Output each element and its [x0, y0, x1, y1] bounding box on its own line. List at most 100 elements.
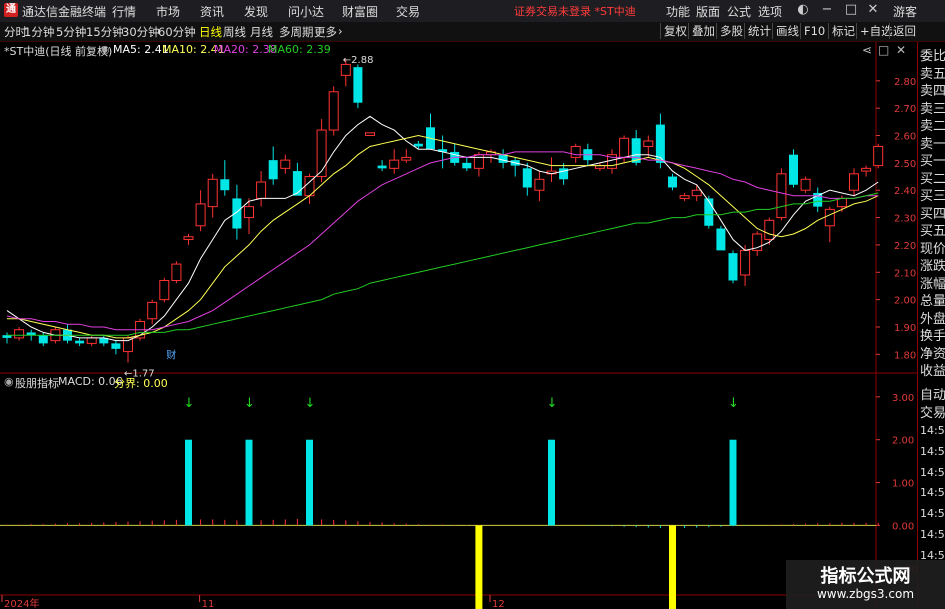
adjust-button[interactable]: 复权	[660, 23, 690, 39]
period-daily[interactable]: 日线	[199, 24, 222, 40]
watermark-title: 指标公式网	[820, 566, 911, 587]
candle-body-down	[232, 198, 242, 229]
side-panel-item: 涨幅	[920, 276, 945, 292]
candle-body-up	[316, 129, 327, 178]
price-tick-label: 2.20	[894, 241, 916, 252]
maximize-icon[interactable]: □	[842, 2, 860, 18]
candle-body-down	[789, 154, 798, 185]
signal-down-arrow-icon: ↓	[547, 396, 558, 411]
price-tick-label: 2.70	[894, 104, 916, 115]
back-button[interactable]: 返回	[889, 23, 919, 39]
price-tick-label: 2.30	[894, 214, 916, 225]
candle-body-up	[123, 337, 133, 353]
side-panel-item: 14:54	[920, 465, 945, 479]
minimize-icon[interactable]: −	[818, 2, 836, 18]
indicator-tick-label: 3.00	[892, 393, 914, 404]
menu-function[interactable]: 功能	[666, 3, 690, 20]
candle-body-up	[147, 301, 158, 320]
side-panel-item: 14:54	[920, 424, 945, 437]
menu-layout[interactable]: 版面	[696, 3, 720, 20]
candle-body-down	[111, 343, 121, 349]
menu-wealth[interactable]: 财富圈	[342, 3, 378, 20]
indicator-signal-bar	[245, 439, 253, 526]
side-panel-item: 买五	[920, 224, 945, 239]
period-60min[interactable]: 60分钟	[158, 24, 196, 40]
signal-down-arrow-icon: ↓	[305, 396, 316, 411]
indicator-signal-bar	[306, 439, 313, 526]
side-panel-item: 换手	[920, 329, 945, 344]
overlay-button[interactable]: 叠加	[688, 23, 718, 39]
multi-stock-button[interactable]: 多股	[716, 23, 746, 39]
menu-ask[interactable]: 问小达	[288, 3, 324, 20]
chevron-right-icon[interactable]: ›	[338, 24, 343, 38]
indicator-signal-bar	[475, 525, 483, 609]
f10-button[interactable]: F10	[800, 23, 828, 39]
side-panel-item: 收益	[920, 364, 945, 379]
candle-body-up	[86, 337, 97, 344]
menu-quotes[interactable]: 行情	[112, 3, 136, 20]
side-panel-item[interactable]: 交易	[920, 402, 945, 421]
signal-down-arrow-icon: ↓	[728, 396, 739, 411]
stats-button[interactable]: 统计	[744, 23, 774, 39]
signal-down-arrow-icon: ↓	[184, 396, 195, 411]
draw-line-button[interactable]: 画线	[772, 23, 802, 39]
candle-body-down	[268, 160, 278, 180]
side-panel-item[interactable]: 自动	[920, 384, 945, 403]
candle-body-up	[534, 178, 545, 191]
title-bar: 通 通达信金融终端 行情 市场 资讯 发现 问小达 财富圈 交易 证券交易未登录…	[0, 0, 945, 23]
candle-body-up	[691, 189, 702, 197]
user-guest[interactable]: 游客	[893, 3, 917, 20]
menu-trade[interactable]: 交易	[396, 3, 420, 20]
side-panel-item: 买二	[920, 171, 945, 187]
menu-discover[interactable]: 发现	[244, 3, 268, 20]
candle-body-up	[171, 263, 182, 281]
close-icon[interactable]: ✕	[864, 2, 882, 18]
menu-formula[interactable]: 公式	[727, 3, 751, 20]
period-15min[interactable]: 15分钟	[86, 24, 124, 40]
candle-body-up	[280, 159, 291, 169]
candle-body-up	[679, 195, 690, 199]
candle-body-down	[292, 171, 302, 196]
period-5min[interactable]: 5分钟	[56, 24, 86, 40]
kline-chart[interactable]: 2.80 2.70 2.60 2.50 2.40 2.30 2.20 2.10 2.00 1.90…	[0, 42, 917, 609]
indicator-tick-label: 2.00	[892, 436, 914, 447]
menu-market[interactable]: 市场	[156, 3, 180, 20]
indicator-signal-bar	[185, 439, 192, 526]
candle-body-down	[377, 165, 387, 169]
period-more[interactable]: 更多	[314, 24, 337, 40]
period-multi[interactable]: 多周期	[279, 24, 314, 40]
side-panel-item: 14:54	[920, 444, 945, 458]
side-panel-item: 净资	[920, 346, 945, 362]
side-panel-item: 委比	[920, 49, 945, 64]
side-panel-item: 卖三	[920, 101, 945, 117]
candle-body-up	[643, 140, 654, 147]
side-panel-item: 卖五	[920, 66, 945, 82]
candle-body-down	[353, 67, 363, 103]
menu-options[interactable]: 选项	[758, 3, 782, 20]
candle-body-up	[14, 329, 25, 339]
period-30min[interactable]: 30分钟	[122, 24, 160, 40]
candle-body-down	[462, 162, 472, 169]
app-name: 通达信金融终端	[22, 5, 107, 19]
mark-button[interactable]: 标记	[828, 23, 858, 39]
candle-body-up	[159, 279, 170, 301]
finance-mark: 财	[166, 348, 176, 361]
period-weekly[interactable]: 周线	[223, 24, 246, 40]
candle-body-up	[365, 132, 375, 137]
candle-body-up	[824, 208, 835, 227]
ma-line-ma20	[6, 151, 879, 331]
candle-body-up	[849, 173, 859, 191]
high-price-mark: ←2.88	[343, 55, 374, 66]
candle-body-up	[244, 206, 254, 219]
period-1min[interactable]: 1分钟	[24, 24, 54, 40]
price-tick-label: 2.00	[894, 296, 916, 307]
price-tick-label: 2.40	[894, 186, 916, 197]
side-panel-item: 卖一	[920, 136, 945, 152]
menu-news[interactable]: 资讯	[200, 3, 224, 20]
candle-body-down	[716, 228, 726, 251]
period-monthly[interactable]: 月线	[250, 24, 273, 40]
candle-body-down	[704, 198, 714, 226]
trade-login-warning[interactable]: 证券交易未登录 *ST中迪	[514, 3, 636, 19]
price-tick-label: 2.10	[894, 268, 916, 279]
skin-icon[interactable]: ◐	[794, 2, 812, 18]
